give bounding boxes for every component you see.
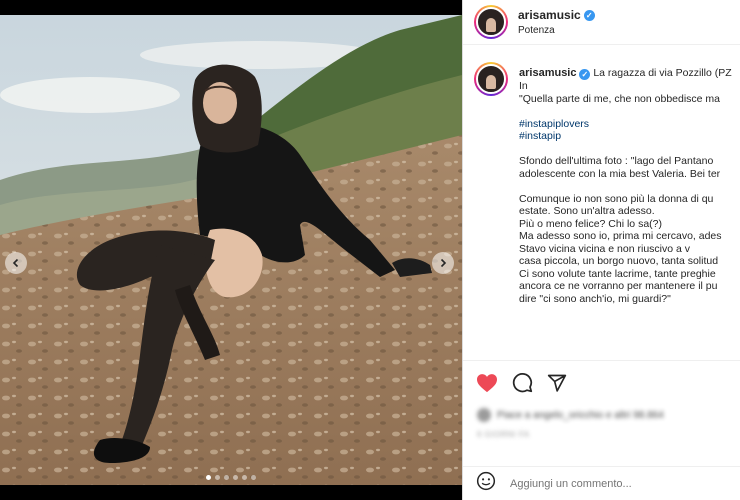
carousel-dot [224,475,229,480]
next-slide-button[interactable] [432,252,454,274]
emoji-icon [476,471,496,491]
post-header: arisamusic ✓ Potenza [463,0,740,45]
caption-line: Ma adesso sono io, prima mi cercavo, ade… [519,230,722,242]
hashtag-link[interactable]: #instapip [519,130,740,143]
hashtag-link[interactable]: #instapiplovers [519,118,740,131]
post-date: 6 GIORNI FA [477,430,530,439]
post-side-panel: arisamusic ✓ Potenza arisamusic ✓ La rag… [462,0,740,500]
comment-button[interactable] [511,372,533,394]
caption-line: Ci sono volute tante lacrime, tante preg… [519,267,716,280]
instagram-post: arisamusic ✓ Potenza arisamusic ✓ La rag… [0,0,740,500]
caption-line: Comunque io non sono più la donna di qu [519,192,714,205]
share-icon [547,374,567,392]
chevron-right-icon [440,258,447,268]
action-bar [463,360,740,404]
verified-badge-icon: ✓ [583,9,595,21]
emoji-button[interactable] [476,471,496,496]
location-link[interactable]: Potenza [518,25,595,36]
share-button[interactable] [546,372,568,394]
carousel-dot [251,475,256,480]
caption-line: adolescente con la mia best Valeria. Bei… [519,167,721,180]
verified-badge-icon: ✓ [579,69,591,80]
caption-line: "Quella parte di me, che non obbedisce m… [519,92,721,105]
likes-count[interactable]: Piace a angelo_oricchio e altri 98.864 [497,410,664,421]
caption-line: estate. Sono un'altra adesso. [519,205,655,217]
likes-and-date: Piace a angelo_oricchio e altri 98.864 6… [477,408,737,448]
caption-line: Sfondo dell'ultima foto : "lago del Pant… [519,155,714,167]
caption-line: Stavo vicina vicina e non riuscivo a v [519,242,690,255]
caption: arisamusic ✓ La ragazza di via Pozzillo … [463,55,740,360]
carousel-dot [215,475,220,480]
comment-icon [512,373,532,393]
carousel-dot-active [206,475,211,480]
comment-input[interactable] [510,477,700,490]
caption-line: Più o meno felice? Chi lo sa(?) [519,217,662,230]
liker-avatar [477,408,491,422]
heart-icon [477,373,497,392]
caption-line: La ragazza di via Pozzillo (PZ [593,67,732,79]
caption-line: dire "ci sono anch'io, mi guardi?" [519,292,671,305]
avatar[interactable] [474,5,508,39]
username-link[interactable]: arisamusic [518,8,581,22]
carousel-dot [242,475,247,480]
comment-bar [463,466,740,500]
post-photo[interactable] [0,15,462,485]
caption-line: ancora ce ne vorranno per mantenere il p… [519,280,718,292]
carousel-dot [233,475,238,480]
carousel-dots [0,475,462,480]
photo-image [0,15,462,485]
caption-avatar[interactable] [474,62,508,96]
chevron-left-icon [12,258,19,268]
caption-username[interactable]: arisamusic [519,67,576,79]
caption-line: In [519,80,528,92]
caption-line: casa piccola, un borgo nuovo, tanta soli… [519,255,719,267]
previous-slide-button[interactable] [5,252,27,274]
like-button[interactable] [476,372,498,394]
